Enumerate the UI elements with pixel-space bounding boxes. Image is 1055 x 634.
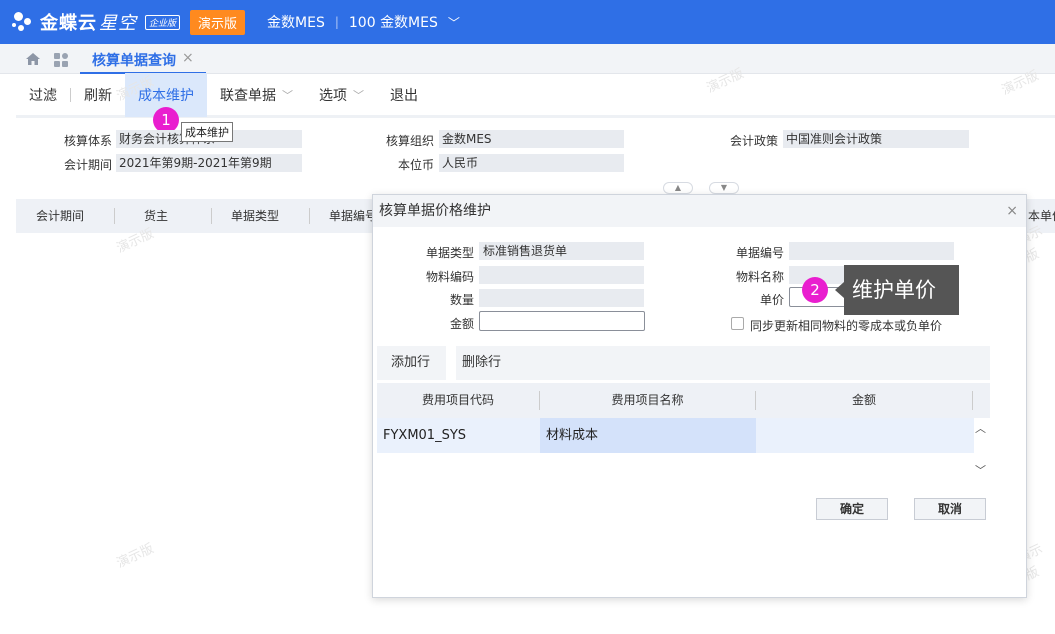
chevron-down-icon: ﹀	[282, 88, 293, 102]
exit-button[interactable]: 退出	[377, 73, 431, 117]
filter-button[interactable]: 过滤	[16, 73, 70, 117]
bill-no-field[interactable]	[789, 242, 954, 260]
demo-badge: 演示版	[190, 9, 246, 35]
acct-system-label: 核算体系	[63, 134, 112, 148]
home-icon[interactable]	[25, 52, 41, 66]
cell-expense-name[interactable]: 材料成本	[540, 418, 756, 453]
col-amount[interactable]: 金额	[756, 383, 972, 418]
currency-field[interactable]: 人民币	[439, 154, 624, 172]
tooltip: 成本维护	[181, 122, 233, 142]
material-code-label: 物料编码	[425, 270, 474, 284]
apps-icon[interactable]	[54, 53, 70, 69]
currency-label: 本位币	[397, 158, 434, 172]
delete-row-button[interactable]: 删除行	[454, 346, 509, 380]
close-icon[interactable]: ×	[1006, 203, 1018, 219]
dialog-title: 核算单据价格维护	[373, 195, 1026, 227]
amount-input[interactable]	[479, 311, 645, 331]
step-marker-2: 2	[802, 277, 828, 303]
scroll-down-icon[interactable]: ﹀	[975, 462, 986, 478]
acct-org-label: 核算组织	[385, 134, 434, 148]
logo-icon	[10, 8, 38, 36]
col-unit-price[interactable]: 本单价	[1028, 199, 1055, 233]
material-name-label: 物料名称	[735, 270, 784, 284]
top-bar: 金蝶云 星空 企业版 演示版 金数MES | 100 金数MES ﹀	[0, 0, 1055, 44]
logo: 金蝶云 星空 企业版	[10, 8, 181, 36]
callout-tip: 维护单价	[835, 265, 959, 315]
org-selector[interactable]: 100 金数MES	[349, 12, 438, 32]
col-divider	[114, 208, 115, 224]
col-divider	[972, 391, 973, 410]
acct-policy-label: 会计政策	[729, 134, 778, 148]
cancel-button[interactable]: 取消	[914, 498, 986, 520]
cell-amount[interactable]	[756, 418, 974, 453]
col-divider	[309, 208, 310, 224]
refresh-button[interactable]: 刷新	[71, 73, 125, 117]
linked-query-menu[interactable]: 联查单据 ﹀	[207, 73, 306, 117]
collapse-up-button[interactable]: ▲	[663, 182, 693, 194]
logo-text: 金蝶云	[40, 13, 97, 34]
linked-query-label: 联查单据	[220, 87, 276, 104]
col-period[interactable]: 会计期间	[36, 199, 84, 233]
chevron-down-icon[interactable]: ﹀	[448, 14, 460, 31]
chevron-down-icon: ﹀	[353, 88, 364, 102]
cell-expense-code[interactable]: FYXM01_SYS	[377, 418, 539, 453]
col-bill-no[interactable]: 单据编号	[329, 199, 373, 233]
period-label: 会计期间	[63, 158, 112, 172]
org-separator: |	[334, 15, 339, 29]
tab-bar: 核算单据查询 ×	[0, 44, 1055, 74]
amount-label: 金额	[449, 317, 474, 331]
quantity-label: 数量	[449, 293, 474, 307]
material-code-field[interactable]	[479, 266, 644, 284]
add-row-button[interactable]: 添加行	[383, 346, 438, 380]
options-menu[interactable]: 选项 ﹀	[306, 73, 377, 117]
collapse-down-button[interactable]: ▼	[709, 182, 739, 194]
bill-type-field[interactable]: 标准销售退货单	[479, 242, 644, 260]
org-name[interactable]: 金数MES	[267, 12, 325, 32]
edition-badge: 企业版	[145, 14, 181, 30]
tab-cost-bill-query[interactable]: 核算单据查询 ×	[80, 50, 206, 74]
bill-no-label: 单据编号	[735, 246, 784, 260]
tab-label: 核算单据查询	[92, 53, 176, 69]
logo-text-2: 星空	[99, 13, 137, 34]
col-owner[interactable]: 货主	[144, 199, 168, 233]
table-row[interactable]: FYXM01_SYS 材料成本	[377, 418, 974, 453]
close-icon[interactable]: ×	[182, 50, 194, 66]
sync-checkbox[interactable]	[731, 317, 744, 330]
col-expense-name[interactable]: 费用项目名称	[540, 383, 755, 418]
ok-button[interactable]: 确定	[816, 498, 888, 520]
bill-type-label: 单据类型	[425, 246, 474, 260]
acct-org-field[interactable]: 金数MES	[439, 130, 624, 148]
entry-toolbar: 添加行 删除行	[377, 346, 990, 380]
options-label: 选项	[319, 87, 347, 104]
acct-policy-field[interactable]: 中国准则会计政策	[783, 130, 969, 148]
quantity-field[interactable]	[479, 289, 644, 307]
sync-label: 同步更新相同物料的零成本或负单价	[750, 319, 943, 333]
entry-table-header: 费用项目代码 费用项目名称 金额	[377, 383, 990, 418]
scroll-up-icon[interactable]: ︿	[975, 420, 986, 436]
period-field[interactable]: 2021年第9期-2021年第9期	[116, 154, 302, 172]
col-bill-type[interactable]: 单据类型	[231, 199, 279, 233]
col-divider	[211, 208, 212, 224]
watermark: 演示版	[114, 541, 157, 572]
unit-price-label: 单价	[759, 293, 784, 307]
col-expense-code[interactable]: 费用项目代码	[377, 383, 539, 418]
